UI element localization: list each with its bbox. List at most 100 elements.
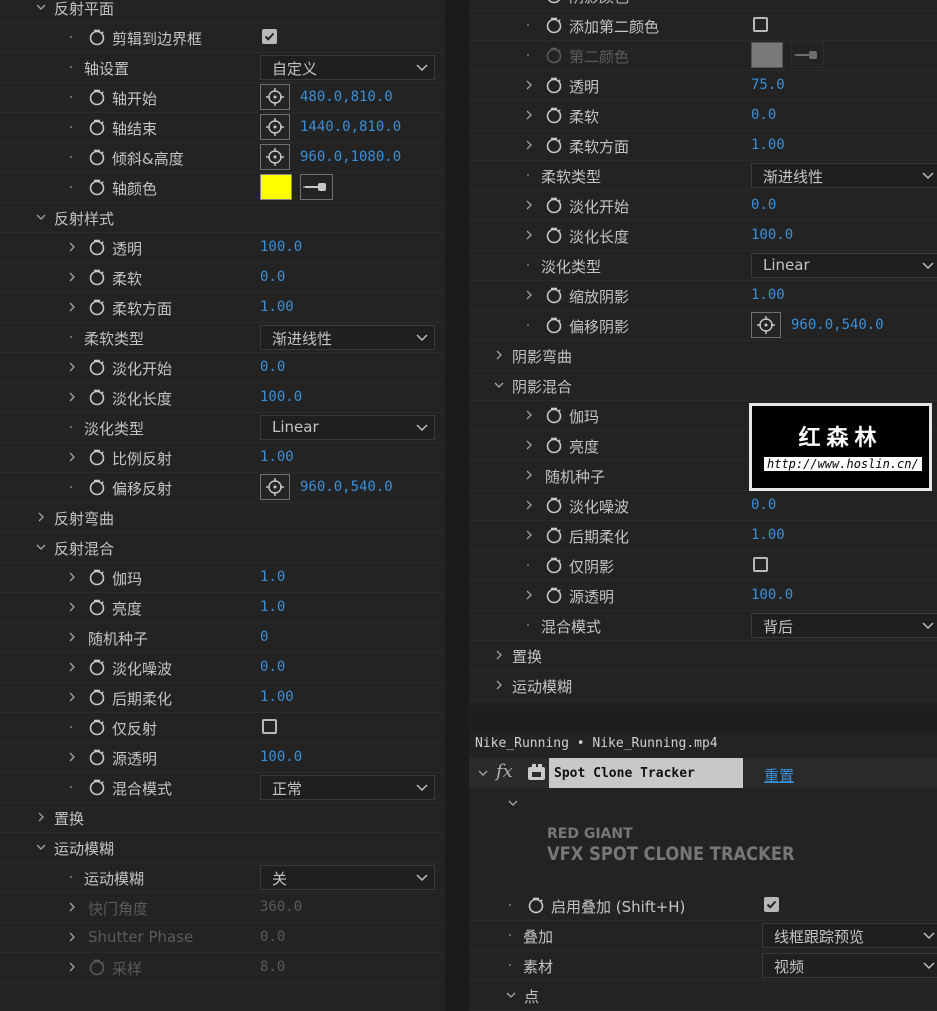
chevron-down-icon[interactable] <box>505 989 517 1001</box>
point-value[interactable]: 480.0,810.0 <box>300 89 393 105</box>
color-swatch[interactable] <box>260 174 292 200</box>
chevron-right-icon[interactable] <box>523 289 535 301</box>
property-dropdown[interactable]: 渐进线性 <box>260 325 435 350</box>
stopwatch-icon[interactable] <box>545 496 563 514</box>
property-dropdown[interactable]: 正常 <box>260 775 435 800</box>
group-row[interactable]: 阴影弯曲 <box>469 341 937 371</box>
property-value[interactable]: 0.0 <box>751 497 776 513</box>
property-value[interactable]: 100.0 <box>751 587 793 603</box>
property-value[interactable]: 100.0 <box>260 749 302 765</box>
group-row[interactable]: 置换 <box>469 641 937 671</box>
stopwatch-icon[interactable] <box>88 148 106 166</box>
chevron-right-icon[interactable] <box>66 361 78 373</box>
point-target-button[interactable] <box>260 474 290 500</box>
property-checkbox[interactable] <box>753 17 768 32</box>
property-value[interactable]: 0 <box>260 629 268 645</box>
chevron-right-icon[interactable] <box>523 229 535 241</box>
property-value[interactable]: 100.0 <box>260 239 302 255</box>
stopwatch-icon[interactable] <box>545 196 563 214</box>
property-dropdown[interactable]: 关 <box>260 865 435 890</box>
stopwatch-icon[interactable] <box>545 106 563 124</box>
chevron-right-icon[interactable] <box>66 961 78 973</box>
group-row[interactable]: 阴影混合 <box>469 371 937 401</box>
chevron-right-icon[interactable] <box>493 679 505 691</box>
panel-divider[interactable] <box>445 0 469 1011</box>
stopwatch-icon[interactable] <box>88 598 106 616</box>
property-value[interactable]: 1.00 <box>260 299 294 315</box>
property-checkbox[interactable] <box>764 897 779 912</box>
group-row[interactable]: 点 <box>469 981 937 1011</box>
chevron-right-icon[interactable] <box>493 649 505 661</box>
point-value[interactable]: 960.0,540.0 <box>791 317 884 333</box>
eyedropper-button[interactable] <box>300 174 333 200</box>
property-dropdown[interactable]: Linear <box>751 253 937 278</box>
chevron-right-icon[interactable] <box>35 511 47 523</box>
property-checkbox[interactable] <box>753 557 768 572</box>
property-value[interactable]: 0.0 <box>260 269 285 285</box>
group-row[interactable]: 运动模糊 <box>0 833 445 863</box>
chevron-down-icon[interactable] <box>35 541 47 553</box>
stopwatch-icon[interactable] <box>88 478 106 496</box>
chevron-right-icon[interactable] <box>35 811 47 823</box>
stopwatch-icon[interactable] <box>88 388 106 406</box>
property-value[interactable]: 1.0 <box>260 599 285 615</box>
chevron-down-icon[interactable] <box>35 841 47 853</box>
chevron-down-icon[interactable] <box>477 767 489 779</box>
chevron-right-icon[interactable] <box>66 631 78 643</box>
fx-toggle[interactable]: fx <box>496 761 513 782</box>
group-row[interactable]: 运动模糊 <box>469 671 937 701</box>
chevron-right-icon[interactable] <box>523 199 535 211</box>
stopwatch-icon[interactable] <box>88 958 106 976</box>
stopwatch-icon[interactable] <box>88 118 106 136</box>
stopwatch-icon[interactable] <box>88 568 106 586</box>
stopwatch-icon[interactable] <box>88 88 106 106</box>
chevron-right-icon[interactable] <box>66 451 78 463</box>
property-value[interactable]: 0.0 <box>751 197 776 213</box>
chevron-right-icon[interactable] <box>66 241 78 253</box>
stopwatch-icon[interactable] <box>545 76 563 94</box>
property-value[interactable]: 1.00 <box>751 137 785 153</box>
property-dropdown[interactable]: 背后 <box>751 613 937 638</box>
stopwatch-icon[interactable] <box>545 406 563 424</box>
chevron-right-icon[interactable] <box>523 589 535 601</box>
property-value[interactable]: 75.0 <box>751 77 785 93</box>
chevron-right-icon[interactable] <box>523 529 535 541</box>
chevron-right-icon[interactable] <box>66 751 78 763</box>
chevron-right-icon[interactable] <box>66 691 78 703</box>
stopwatch-icon[interactable] <box>545 46 563 64</box>
chevron-right-icon[interactable] <box>523 109 535 121</box>
property-value[interactable]: 0.0 <box>751 107 776 123</box>
stopwatch-icon[interactable] <box>88 448 106 466</box>
chevron-right-icon[interactable] <box>523 499 535 511</box>
property-value[interactable]: 1.00 <box>260 449 294 465</box>
point-value[interactable]: 1440.0,810.0 <box>300 119 401 135</box>
property-value[interactable]: 0.0 <box>260 359 285 375</box>
chevron-right-icon[interactable] <box>66 661 78 673</box>
stopwatch-icon[interactable] <box>88 298 106 316</box>
stopwatch-icon[interactable] <box>88 748 106 766</box>
group-row[interactable]: 反射样式 <box>0 203 445 233</box>
point-target-button[interactable] <box>260 114 290 140</box>
property-dropdown[interactable]: 渐进线性 <box>751 163 937 188</box>
stopwatch-icon[interactable] <box>88 718 106 736</box>
stopwatch-icon[interactable] <box>545 316 563 334</box>
chevron-down-icon[interactable] <box>35 1 47 13</box>
reset-link[interactable]: 重置 <box>764 765 794 786</box>
stopwatch-icon[interactable] <box>88 658 106 676</box>
group-row[interactable]: 反射弯曲 <box>0 503 445 533</box>
chevron-down-icon[interactable] <box>35 211 47 223</box>
chevron-right-icon[interactable] <box>66 301 78 313</box>
chevron-right-icon[interactable] <box>66 931 78 943</box>
property-dropdown[interactable]: 自定义 <box>260 55 435 80</box>
stopwatch-icon[interactable] <box>545 436 563 454</box>
group-row[interactable]: 反射混合 <box>0 533 445 563</box>
stopwatch-icon[interactable] <box>545 16 563 34</box>
stopwatch-icon[interactable] <box>545 526 563 544</box>
eyedropper-button[interactable] <box>791 42 824 68</box>
stopwatch-icon[interactable] <box>545 286 563 304</box>
stopwatch-icon[interactable] <box>545 136 563 154</box>
property-value[interactable]: 1.00 <box>751 527 785 543</box>
chevron-down-icon[interactable] <box>507 797 519 809</box>
chevron-right-icon[interactable] <box>66 601 78 613</box>
point-value[interactable]: 960.0,1080.0 <box>300 149 401 165</box>
